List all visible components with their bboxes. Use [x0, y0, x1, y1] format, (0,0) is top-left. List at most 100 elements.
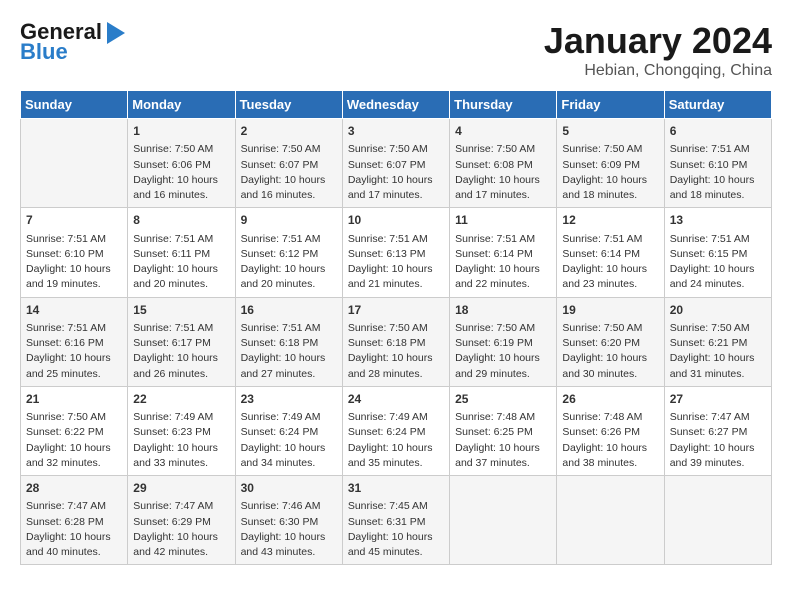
- calendar-cell: 30 Sunrise: 7:46 AMSunset: 6:30 PMDayligh…: [235, 476, 342, 565]
- calendar-cell: 22Sunrise: 7:49 AMSunset: 6:23 PMDayligh…: [128, 386, 235, 475]
- day-number: 19: [562, 302, 658, 319]
- day-number: 22: [133, 391, 229, 408]
- day-number: 31: [348, 480, 444, 497]
- week-row-3: 14 Sunrise: 7:51 AMSunset: 6:16 PMDayligh…: [21, 297, 772, 386]
- location: Hebian, Chongqing, China: [544, 62, 772, 80]
- day-info: Sunrise: 7:51 AMSunset: 6:17 PMDaylight:…: [133, 321, 229, 382]
- day-number: 9: [241, 212, 337, 229]
- week-row-5: 28 Sunrise: 7:47 AMSunset: 6:28 PMDayligh…: [21, 476, 772, 565]
- calendar-cell: 19 Sunrise: 7:50 AMSunset: 6:20 PMDayligh…: [557, 297, 664, 386]
- header-day-monday: Monday: [128, 91, 235, 119]
- calendar-cell: 12 Sunrise: 7:51 AMSunset: 6:14 PMDayligh…: [557, 208, 664, 297]
- calendar-cell: 27 Sunrise: 7:47 AMSunset: 6:27 PMDayligh…: [664, 386, 771, 475]
- calendar-cell: 9 Sunrise: 7:51 AMSunset: 6:12 PMDaylight…: [235, 208, 342, 297]
- day-number: 10: [348, 212, 444, 229]
- day-info: Sunrise: 7:47 AMSunset: 6:28 PMDaylight:…: [26, 499, 122, 560]
- calendar-cell: 17Sunrise: 7:50 AMSunset: 6:18 PMDayligh…: [342, 297, 449, 386]
- header-row: SundayMondayTuesdayWednesdayThursdayFrid…: [21, 91, 772, 119]
- header-day-friday: Friday: [557, 91, 664, 119]
- calendar-cell: 25Sunrise: 7:48 AMSunset: 6:25 PMDayligh…: [450, 386, 557, 475]
- day-info: Sunrise: 7:45 AMSunset: 6:31 PMDaylight:…: [348, 499, 444, 560]
- calendar-cell: 23Sunrise: 7:49 AMSunset: 6:24 PMDayligh…: [235, 386, 342, 475]
- day-number: 1: [133, 123, 229, 140]
- day-info: Sunrise: 7:50 AMSunset: 6:19 PMDaylight:…: [455, 321, 551, 382]
- day-number: 29: [133, 480, 229, 497]
- day-info: Sunrise: 7:50 AMSunset: 6:07 PMDaylight:…: [348, 142, 444, 203]
- day-number: 14: [26, 302, 122, 319]
- day-number: 3: [348, 123, 444, 140]
- day-number: 4: [455, 123, 551, 140]
- day-number: 18: [455, 302, 551, 319]
- calendar-cell: 24Sunrise: 7:49 AMSunset: 6:24 PMDayligh…: [342, 386, 449, 475]
- day-info: Sunrise: 7:50 AMSunset: 6:07 PMDaylight:…: [241, 142, 337, 203]
- calendar-cell: 1 Sunrise: 7:50 AMSunset: 6:06 PMDaylight…: [128, 119, 235, 208]
- calendar-cell: 4Sunrise: 7:50 AMSunset: 6:08 PMDaylight…: [450, 119, 557, 208]
- calendar-cell: 15Sunrise: 7:51 AMSunset: 6:17 PMDayligh…: [128, 297, 235, 386]
- day-number: 28: [26, 480, 122, 497]
- day-info: Sunrise: 7:50 AMSunset: 6:22 PMDaylight:…: [26, 410, 122, 471]
- logo-blue: Blue: [20, 40, 125, 64]
- calendar-cell: [664, 476, 771, 565]
- calendar-table: SundayMondayTuesdayWednesdayThursdayFrid…: [20, 90, 772, 565]
- day-info: Sunrise: 7:51 AMSunset: 6:14 PMDaylight:…: [455, 232, 551, 293]
- calendar-cell: [557, 476, 664, 565]
- calendar-body: 1 Sunrise: 7:50 AMSunset: 6:06 PMDaylight…: [21, 119, 772, 565]
- calendar-cell: 14 Sunrise: 7:51 AMSunset: 6:16 PMDayligh…: [21, 297, 128, 386]
- day-info: Sunrise: 7:51 AMSunset: 6:10 PMDaylight:…: [670, 142, 766, 203]
- day-info: Sunrise: 7:51 AMSunset: 6:13 PMDaylight:…: [348, 232, 444, 293]
- header-day-tuesday: Tuesday: [235, 91, 342, 119]
- day-number: 21: [26, 391, 122, 408]
- calendar-header: SundayMondayTuesdayWednesdayThursdayFrid…: [21, 91, 772, 119]
- day-number: 27: [670, 391, 766, 408]
- week-row-2: 7Sunrise: 7:51 AMSunset: 6:10 PMDaylight…: [21, 208, 772, 297]
- day-number: 6: [670, 123, 766, 140]
- calendar-cell: 5 Sunrise: 7:50 AMSunset: 6:09 PMDaylight…: [557, 119, 664, 208]
- day-info: Sunrise: 7:51 AMSunset: 6:18 PMDaylight:…: [241, 321, 337, 382]
- calendar-cell: 21 Sunrise: 7:50 AMSunset: 6:22 PMDayligh…: [21, 386, 128, 475]
- day-number: 25: [455, 391, 551, 408]
- day-info: Sunrise: 7:50 AMSunset: 6:20 PMDaylight:…: [562, 321, 658, 382]
- calendar-cell: 3 Sunrise: 7:50 AMSunset: 6:07 PMDaylight…: [342, 119, 449, 208]
- calendar-cell: 13 Sunrise: 7:51 AMSunset: 6:15 PMDayligh…: [664, 208, 771, 297]
- header-day-thursday: Thursday: [450, 91, 557, 119]
- day-number: 16: [241, 302, 337, 319]
- day-number: 5: [562, 123, 658, 140]
- header-day-sunday: Sunday: [21, 91, 128, 119]
- day-number: 20: [670, 302, 766, 319]
- calendar-cell: 7Sunrise: 7:51 AMSunset: 6:10 PMDaylight…: [21, 208, 128, 297]
- calendar-cell: 11 Sunrise: 7:51 AMSunset: 6:14 PMDayligh…: [450, 208, 557, 297]
- title-block: January 2024 Hebian, Chongqing, China: [544, 20, 772, 80]
- day-info: Sunrise: 7:51 AMSunset: 6:14 PMDaylight:…: [562, 232, 658, 293]
- calendar-cell: [21, 119, 128, 208]
- day-number: 30: [241, 480, 337, 497]
- day-number: 12: [562, 212, 658, 229]
- day-info: Sunrise: 7:50 AMSunset: 6:21 PMDaylight:…: [670, 321, 766, 382]
- page-header: General Blue January 2024 Hebian, Chongq…: [20, 20, 772, 80]
- day-info: Sunrise: 7:47 AMSunset: 6:27 PMDaylight:…: [670, 410, 766, 471]
- calendar-cell: 8 Sunrise: 7:51 AMSunset: 6:11 PMDaylight…: [128, 208, 235, 297]
- calendar-cell: 10 Sunrise: 7:51 AMSunset: 6:13 PMDayligh…: [342, 208, 449, 297]
- day-number: 17: [348, 302, 444, 319]
- calendar-cell: 31 Sunrise: 7:45 AMSunset: 6:31 PMDayligh…: [342, 476, 449, 565]
- calendar-cell: 29 Sunrise: 7:47 AMSunset: 6:29 PMDayligh…: [128, 476, 235, 565]
- day-info: Sunrise: 7:50 AMSunset: 6:09 PMDaylight:…: [562, 142, 658, 203]
- day-number: 8: [133, 212, 229, 229]
- month-title: January 2024: [544, 20, 772, 62]
- day-info: Sunrise: 7:51 AMSunset: 6:11 PMDaylight:…: [133, 232, 229, 293]
- day-number: 11: [455, 212, 551, 229]
- day-info: Sunrise: 7:51 AMSunset: 6:16 PMDaylight:…: [26, 321, 122, 382]
- day-number: 13: [670, 212, 766, 229]
- header-day-wednesday: Wednesday: [342, 91, 449, 119]
- week-row-1: 1 Sunrise: 7:50 AMSunset: 6:06 PMDaylight…: [21, 119, 772, 208]
- header-day-saturday: Saturday: [664, 91, 771, 119]
- day-info: Sunrise: 7:51 AMSunset: 6:12 PMDaylight:…: [241, 232, 337, 293]
- day-info: Sunrise: 7:51 AMSunset: 6:15 PMDaylight:…: [670, 232, 766, 293]
- day-info: Sunrise: 7:47 AMSunset: 6:29 PMDaylight:…: [133, 499, 229, 560]
- day-info: Sunrise: 7:51 AMSunset: 6:10 PMDaylight:…: [26, 232, 122, 293]
- logo: General Blue: [20, 20, 125, 64]
- day-info: Sunrise: 7:46 AMSunset: 6:30 PMDaylight:…: [241, 499, 337, 560]
- calendar-cell: 28 Sunrise: 7:47 AMSunset: 6:28 PMDayligh…: [21, 476, 128, 565]
- day-info: Sunrise: 7:50 AMSunset: 6:06 PMDaylight:…: [133, 142, 229, 203]
- day-info: Sunrise: 7:48 AMSunset: 6:26 PMDaylight:…: [562, 410, 658, 471]
- day-info: Sunrise: 7:49 AMSunset: 6:24 PMDaylight:…: [348, 410, 444, 471]
